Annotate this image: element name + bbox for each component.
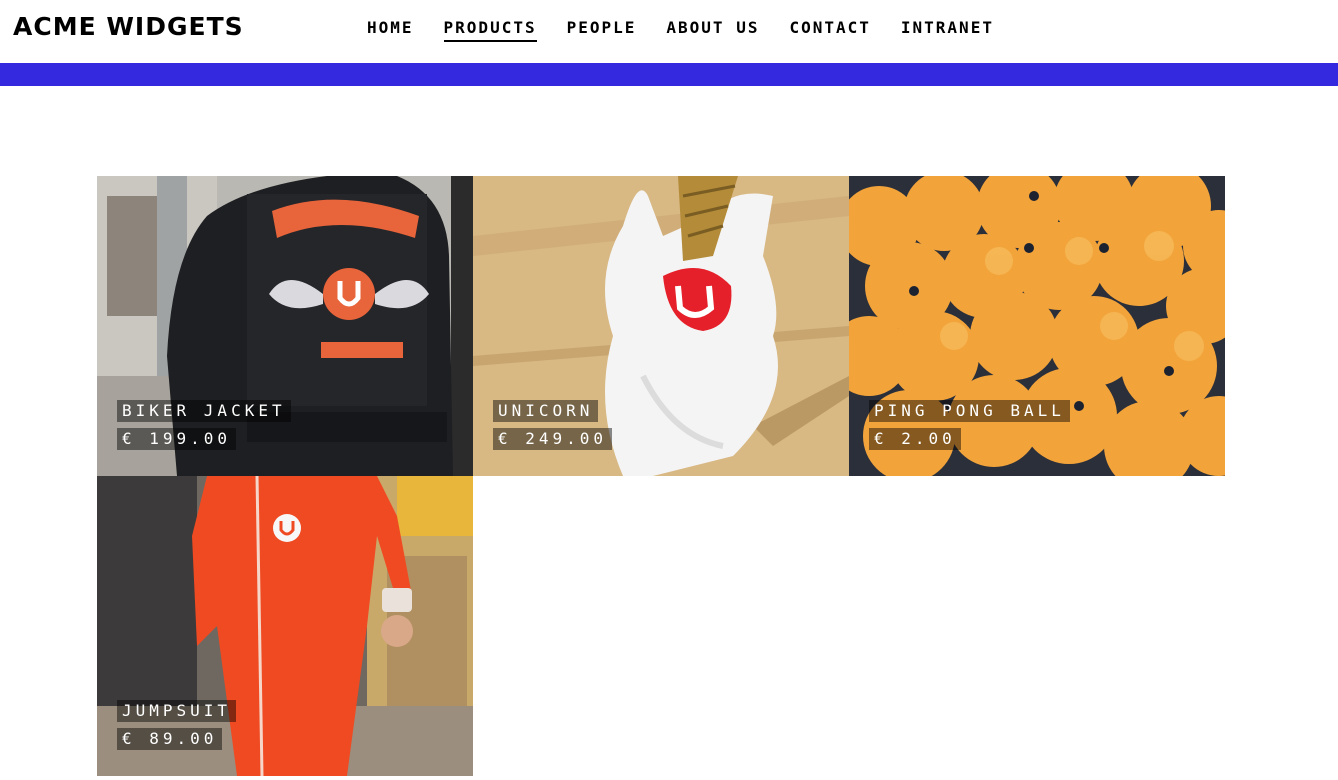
nav-products[interactable]: PRODUCTS: [443, 18, 537, 42]
site-header: ACME WIDGETS HOME PRODUCTS PEOPLE ABOUT …: [0, 0, 1338, 63]
product-grid: BIKER JACKET € 199.00 UNICORN € 249.00 P…: [97, 176, 1225, 776]
accent-bar: [0, 63, 1338, 86]
product-name: PING PONG BALL: [869, 400, 1070, 422]
product-name: BIKER JACKET: [117, 400, 291, 422]
product-card-biker-jacket[interactable]: BIKER JACKET € 199.00: [97, 176, 473, 476]
product-name: UNICORN: [493, 400, 599, 422]
product-price: € 89.00: [117, 728, 223, 750]
nav-contact[interactable]: CONTACT: [789, 18, 870, 42]
nav-intranet[interactable]: INTRANET: [901, 18, 994, 42]
site-logo[interactable]: ACME WIDGETS: [13, 11, 244, 43]
product-price: € 199.00: [117, 428, 237, 450]
product-price: € 2.00: [869, 428, 961, 450]
product-card-unicorn[interactable]: UNICORN € 249.00: [473, 176, 849, 476]
nav-people[interactable]: PEOPLE: [567, 18, 637, 42]
nav-about-us[interactable]: ABOUT US: [666, 18, 759, 42]
product-card-jumpsuit[interactable]: JUMPSUIT € 89.00: [97, 476, 473, 776]
main-nav: HOME PRODUCTS PEOPLE ABOUT US CONTACT IN…: [367, 18, 1024, 42]
product-price: € 249.00: [493, 428, 613, 450]
nav-home[interactable]: HOME: [367, 18, 414, 42]
product-name: JUMPSUIT: [117, 700, 237, 722]
product-card-ping-pong-ball[interactable]: PING PONG BALL € 2.00: [849, 176, 1225, 476]
